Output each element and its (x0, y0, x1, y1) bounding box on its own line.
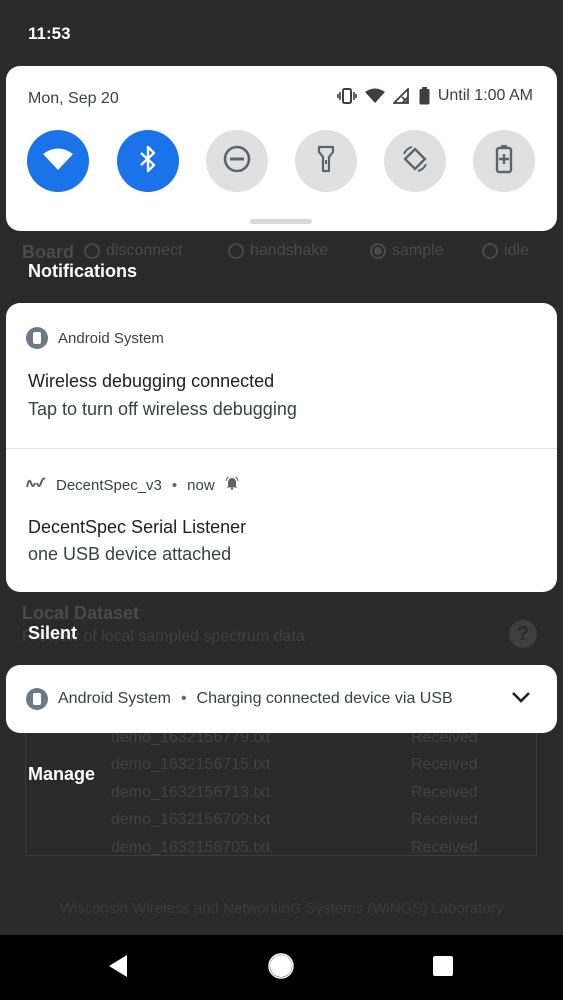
notification-title: DecentSpec Serial Listener (28, 517, 247, 537)
table-row: demo_1632156713.txt Received (26, 784, 536, 806)
dataset-table: demo_1632156779.txt Received demo_163215… (25, 722, 537, 856)
date-label[interactable]: Mon, Sep 20 (28, 90, 119, 108)
android-system-icon (26, 688, 48, 710)
navigation-bar (0, 935, 563, 1000)
row-status: Received (411, 756, 478, 773)
alert-bell-icon (225, 476, 239, 494)
notification-header: DecentSpec_v3 • now (26, 475, 239, 495)
radio-label: sample (392, 242, 444, 259)
drag-handle[interactable] (250, 219, 312, 224)
flashlight-tile[interactable] (295, 130, 357, 192)
quick-tiles (27, 130, 537, 192)
notification-header: Android System (26, 327, 164, 349)
notification-app-name: Android System (58, 329, 164, 347)
do-not-disturb-tile[interactable] (206, 130, 268, 192)
separator-dot: • (180, 690, 187, 707)
radio-label: handshake (250, 242, 329, 259)
android-system-icon (26, 327, 48, 349)
battery-icon (419, 87, 430, 105)
table-row: demo_1632156705.txt Received (26, 839, 536, 861)
help-icon: ? (509, 620, 537, 648)
quick-settings-panel: Mon, Sep 20 Until 1:00 AM (6, 66, 557, 231)
wifi-tile[interactable] (27, 130, 89, 192)
radio-circle (84, 243, 100, 259)
separator-dot: • (171, 476, 178, 494)
radio-label: idle (504, 242, 529, 259)
qs-status-icons: Until 1:00 AM (337, 87, 533, 105)
row-file: demo_1632156705.txt (111, 839, 271, 856)
auto-rotate-tile[interactable] (384, 130, 446, 192)
wifi-status-icon (364, 88, 385, 104)
home-icon (268, 952, 294, 984)
notifications-header: Notifications (28, 261, 138, 281)
radio-handshake: handshake (228, 242, 328, 260)
recents-button[interactable] (428, 953, 458, 983)
row-file: demo_1632156715.txt (111, 756, 271, 773)
notification-body: one USB device attached (28, 544, 232, 564)
battery-saver-tile[interactable] (473, 130, 535, 192)
row-status: Received (411, 784, 478, 801)
row-status: Received (411, 811, 478, 828)
back-icon (107, 954, 129, 983)
battery-saver-icon (495, 144, 513, 179)
manage-button[interactable]: Manage (28, 764, 95, 785)
radio-sample: sample (370, 242, 444, 260)
board-label: Board (22, 242, 75, 262)
row-status: Received (411, 839, 478, 856)
wifi-icon (43, 147, 73, 176)
vibrate-icon (337, 88, 357, 104)
clock: 11:53 (28, 24, 71, 43)
table-row: demo_1632156715.txt Received (26, 756, 536, 778)
radio-disconnect: disconnect (84, 242, 183, 260)
radio-circle-selected (370, 243, 386, 259)
bluetooth-tile[interactable] (117, 130, 179, 192)
back-button[interactable] (103, 953, 133, 983)
do-not-disturb-icon (222, 144, 252, 179)
decentspec-app-icon (26, 475, 46, 495)
lab-footer: Wisconsin Wireless and NetworkinG System… (59, 900, 504, 917)
notification-body: Tap to turn off wireless debugging (28, 399, 297, 419)
cell-signal-icon (392, 88, 411, 104)
silent-header: Silent (28, 623, 78, 643)
notification-charging[interactable]: Android System • Charging connected devi… (6, 665, 557, 733)
notification-group: Android System Wireless debugging connec… (6, 303, 557, 592)
radio-idle: idle (482, 242, 529, 260)
auto-rotate-icon (400, 144, 430, 179)
expand-chevron-icon[interactable] (511, 690, 531, 709)
notification-header: Android System • Charging connected devi… (26, 688, 453, 710)
recents-icon (432, 955, 454, 982)
status-bar: 11:53 (0, 0, 563, 60)
bluetooth-icon (139, 145, 157, 178)
notification-time: now (187, 476, 215, 494)
battery-text: Until 1:00 AM (437, 87, 533, 104)
radio-circle (228, 243, 244, 259)
flashlight-icon (317, 145, 335, 178)
local-dataset-title: Local Dataset (22, 603, 140, 623)
radio-circle (482, 243, 498, 259)
notification-text: Charging connected device via USB (196, 690, 453, 707)
notification-decentspec[interactable]: DecentSpec_v3 • now DecentSpec Serial Li… (6, 449, 557, 592)
table-row: demo_1632156709.txt Received (26, 811, 536, 833)
home-button[interactable] (266, 952, 296, 984)
notification-wireless-debugging[interactable]: Android System Wireless debugging connec… (6, 303, 557, 448)
row-file: demo_1632156713.txt (111, 784, 271, 801)
notification-app-name: Android System (58, 690, 171, 707)
row-file: demo_1632156709.txt (111, 811, 271, 828)
radio-label: disconnect (106, 242, 183, 259)
notification-app-name: DecentSpec_v3 (56, 476, 162, 494)
notification-title: Wireless debugging connected (28, 371, 275, 391)
